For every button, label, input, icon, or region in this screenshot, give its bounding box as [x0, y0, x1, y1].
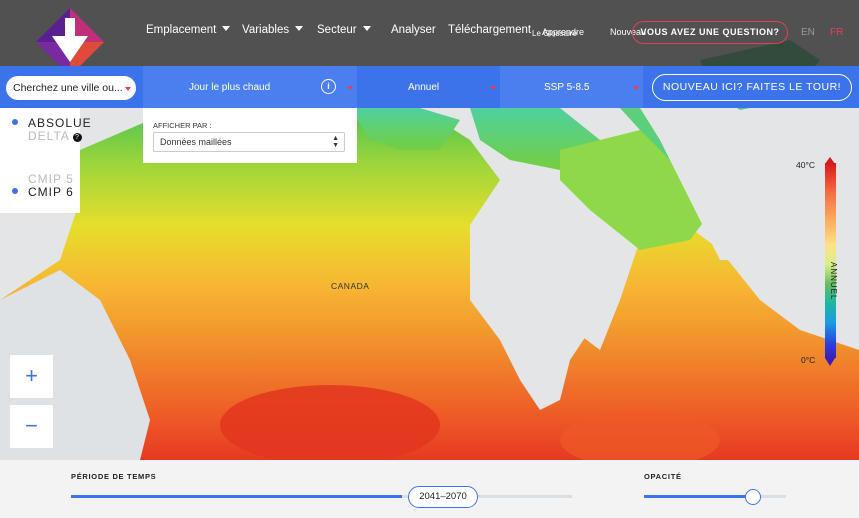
link-glossaire[interactable]: Le Glossaire	[532, 29, 577, 38]
chevron-down-icon	[362, 26, 371, 31]
city-search-input[interactable]: Cherchez une ville ou...	[6, 76, 136, 100]
variable-panel: Jour le plus chaud i AFFICHER PAR : Donn…	[143, 66, 357, 163]
lang-en[interactable]: EN	[801, 27, 815, 38]
time-period-handle[interactable]: 2041–2070	[408, 486, 478, 508]
menu-secteur[interactable]: Secteur	[317, 24, 371, 36]
time-track-fill	[71, 495, 402, 498]
zoom-out-button[interactable]: −	[10, 405, 53, 448]
chevron-down-icon	[295, 26, 304, 31]
legend-max: 40°C	[796, 160, 815, 170]
tour-button[interactable]: NOUVEAU ICI? FAITES LE TOUR!	[652, 74, 852, 101]
chevron-down-icon	[222, 26, 231, 31]
opacity-label: OPACITÉ	[644, 472, 682, 481]
menu-analyser[interactable]: Analyser	[391, 24, 436, 36]
chevron-down-icon	[347, 86, 353, 90]
legend-cap-bottom	[825, 358, 835, 366]
map-region-label: CANADA	[331, 281, 370, 291]
help-icon[interactable]: ?	[72, 133, 82, 142]
variable-select[interactable]: Jour le plus chaud i	[143, 66, 357, 108]
opacity-track-fill	[644, 495, 754, 498]
time-period-label: PÉRIODE DE TEMPS	[71, 472, 157, 481]
menu-variables[interactable]: Variables	[242, 24, 304, 36]
legend-title: ANNUEL	[829, 262, 838, 301]
top-navigation: Emplacement Variables Secteur Analyser T…	[0, 0, 859, 76]
legend-min: 0°C	[801, 355, 816, 365]
chevron-down-icon	[490, 86, 496, 90]
lang-fr[interactable]: FR	[830, 27, 843, 38]
mode-absolue[interactable]: ABSOLUE	[12, 116, 92, 130]
scenario-select[interactable]: SSP 5-8.5	[544, 82, 589, 93]
zoom-in-button[interactable]: +	[10, 355, 53, 398]
radio-selected-icon	[12, 188, 18, 194]
dataset-cmip5[interactable]: CMIP 5	[12, 172, 74, 186]
menu-telechargement[interactable]: Téléchargement	[448, 24, 531, 36]
mode-panel: ABSOLUE DELTA? CMIP 5 CMIP 6	[0, 108, 91, 213]
menu-emplacement[interactable]: Emplacement	[146, 24, 231, 36]
mode-delta[interactable]: DELTA?	[12, 129, 82, 143]
display-by-value: Données maillées	[160, 137, 232, 147]
radio-unselected-icon	[12, 175, 18, 181]
variable-label: Jour le plus chaud	[189, 82, 271, 93]
chevron-down-icon	[633, 86, 639, 90]
display-by-select[interactable]: Données maillées ▲ ▼	[153, 132, 345, 152]
dataset-cmip6[interactable]: CMIP 6	[12, 185, 74, 199]
info-icon[interactable]: i	[321, 79, 336, 94]
frequency-select[interactable]: Annuel	[408, 82, 439, 93]
updown-arrows-icon: ▲ ▼	[332, 135, 339, 149]
chevron-down-icon	[125, 87, 131, 91]
question-button[interactable]: VOUS AVEZ UNE QUESTION?	[632, 21, 788, 44]
radio-unselected-icon	[12, 132, 18, 138]
hot-zone-prairies	[220, 385, 440, 465]
display-by-label: AFFICHER PAR :	[153, 121, 212, 130]
legend-colorbar	[825, 163, 836, 358]
opacity-handle[interactable]	[745, 489, 761, 505]
radio-selected-icon	[12, 119, 18, 125]
